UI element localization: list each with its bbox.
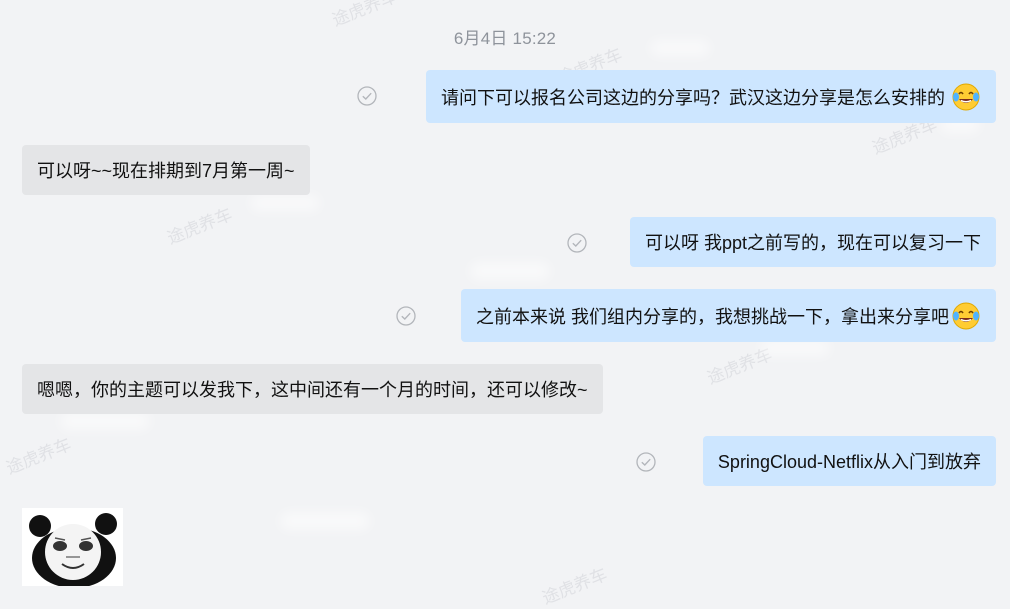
message-text: 可以呀 我ppt之前写的，现在可以复习一下	[644, 233, 981, 253]
outgoing-message-bubble[interactable]: 之前本来说 我们组内分享的，我想挑战一下，拿出来分享吧	[461, 289, 996, 342]
watermark-text: 途虎养车	[539, 564, 610, 608]
read-check-icon	[567, 233, 587, 253]
watermark-text: 途虎养车	[164, 204, 235, 248]
blur-patch	[280, 512, 370, 530]
outgoing-message-bubble[interactable]: 请问下可以报名公司这边的分享吗？武汉这边分享是怎么安排的	[426, 70, 996, 123]
blur-patch	[760, 340, 830, 356]
blur-patch	[250, 195, 320, 211]
blur-patch	[470, 262, 550, 280]
incoming-message-bubble[interactable]: 嗯嗯，你的主题可以发我下，这中间还有一个月的时间，还可以修改~	[22, 364, 603, 414]
watermark-text: 途虎养车	[3, 434, 74, 478]
message-text: 嗯嗯，你的主题可以发我下，这中间还有一个月的时间，还可以修改~	[37, 380, 588, 400]
outgoing-message-bubble[interactable]: 可以呀 我ppt之前写的，现在可以复习一下	[629, 217, 996, 267]
message-text: 之前本来说 我们组内分享的，我想挑战一下，拿出来分享吧	[476, 306, 949, 327]
read-check-icon	[636, 452, 656, 472]
watermark-text: 途虎养车	[704, 344, 775, 388]
message-text: 请问下可以报名公司这边的分享吗？武汉这边分享是怎么安排的	[441, 87, 945, 108]
message-timestamp: 6月4日 15:22	[453, 29, 557, 48]
outgoing-message-bubble[interactable]: SpringCloud-Netflix从入门到放弃	[702, 436, 996, 486]
incoming-message-bubble[interactable]: 可以呀~~现在排期到7月第一周~	[22, 145, 310, 195]
read-check-icon	[396, 306, 416, 326]
blur-patch	[60, 412, 150, 430]
laughing-tears-icon	[951, 82, 981, 112]
laughing-tears-icon	[951, 301, 981, 331]
panda-meme-sticker[interactable]	[22, 508, 123, 588]
message-text: 可以呀~~现在排期到7月第一周~	[37, 161, 295, 181]
message-text: SpringCloud-Netflix从入门到放弃	[717, 452, 981, 472]
read-check-icon	[357, 86, 377, 106]
